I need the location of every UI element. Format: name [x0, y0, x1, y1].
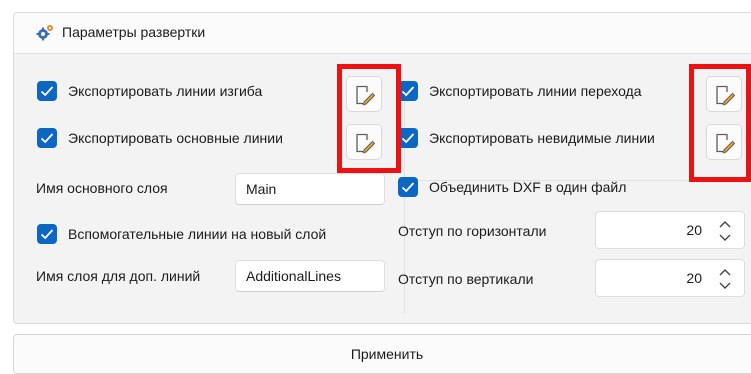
highlight-box-left: [337, 64, 401, 173]
export-transition-lines-label[interactable]: Экспортировать линии перехода: [429, 83, 642, 99]
export-transition-lines-checkbox[interactable]: [398, 81, 418, 101]
offset-vertical-stepper[interactable]: 20: [595, 259, 745, 297]
apply-button[interactable]: Применить: [13, 334, 751, 374]
export-bend-lines-label[interactable]: Экспортировать линии изгиба: [68, 83, 262, 99]
offset-vertical-label: Отступ по вертикали: [398, 271, 534, 287]
export-hidden-lines-checkbox[interactable]: [398, 128, 418, 148]
merge-dxf-label[interactable]: Объединить DXF в один файл: [429, 179, 626, 195]
export-hidden-lines-label[interactable]: Экспортировать невидимые линии: [429, 130, 655, 146]
spin-arrows-icon[interactable]: [718, 265, 732, 293]
section-header[interactable]: Параметры развертки: [14, 13, 751, 54]
export-main-lines-label[interactable]: Экспортировать основные линии: [68, 130, 283, 146]
gear-icon: [36, 25, 53, 41]
offset-horizontal-stepper[interactable]: 20: [595, 211, 745, 249]
offset-vertical-value: 20: [686, 270, 702, 286]
main-layer-input[interactable]: Main: [235, 173, 385, 205]
export-main-lines-checkbox[interactable]: [37, 128, 57, 148]
spin-arrows-icon[interactable]: [718, 217, 732, 245]
aux-layer-input[interactable]: AdditionalLines: [235, 260, 385, 292]
offset-horizontal-label: Отступ по горизонтали: [398, 223, 547, 239]
main-layer-label: Имя основного слоя: [36, 180, 168, 196]
merge-dxf-checkbox[interactable]: [398, 177, 418, 197]
aux-layer-label: Имя слоя для доп. линий: [36, 268, 201, 284]
export-bend-lines-checkbox[interactable]: [37, 81, 57, 101]
aux-new-layer-label[interactable]: Вспомогательные линии на новый слой: [68, 226, 326, 242]
highlight-box-right: [689, 64, 751, 182]
aux-new-layer-checkbox[interactable]: [37, 224, 57, 244]
offset-horizontal-value: 20: [686, 222, 702, 238]
section-title: Параметры развертки: [62, 24, 206, 40]
